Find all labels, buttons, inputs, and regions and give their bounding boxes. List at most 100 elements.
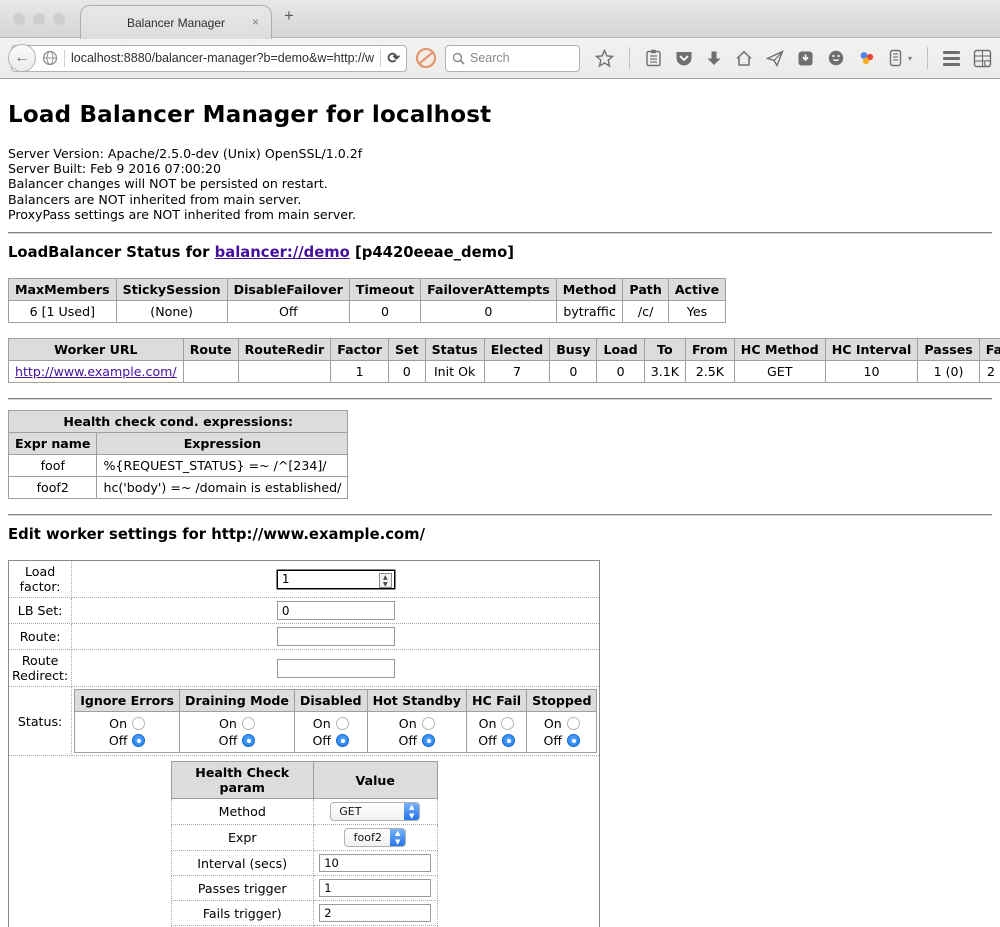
number-spinner-icon[interactable]: ▲▼ (379, 573, 392, 588)
tab-close-icon[interactable]: × (252, 15, 259, 29)
send-plane-icon[interactable] (766, 50, 784, 67)
table-row: foof2 hc('body') =~ /domain is establish… (9, 477, 348, 499)
back-button[interactable]: ← (8, 44, 36, 72)
draining-mode-on-radio[interactable] (242, 717, 255, 730)
hot-standby-on-radio[interactable] (422, 717, 435, 730)
hc-fail-on-radio[interactable] (501, 717, 514, 730)
disabled-on-radio[interactable] (336, 717, 349, 730)
new-tab-button[interactable]: + (284, 6, 294, 26)
hot-standby-off-radio[interactable] (422, 734, 435, 747)
on-label: On (479, 715, 497, 732)
cell-to: 3.1K (644, 361, 685, 383)
toolbar-divider (927, 47, 928, 69)
form-row-route: Route: (9, 624, 600, 650)
grid-panel-icon[interactable] (973, 49, 992, 68)
window-controls (13, 13, 65, 25)
adblock-icon[interactable] (416, 48, 436, 68)
url-text[interactable]: localhost:8880/balancer-manager?b=demo&w… (71, 51, 374, 65)
pocket-icon[interactable] (675, 50, 693, 67)
chevron-down-icon[interactable]: ▾ (908, 54, 912, 63)
interval-input[interactable] (319, 854, 431, 872)
menu-icon[interactable] (943, 51, 960, 66)
reload-icon[interactable]: ⟳ (387, 49, 400, 67)
on-label: On (544, 715, 562, 732)
cell-factor: 1 (331, 361, 389, 383)
url-divider (64, 50, 65, 67)
window-minimize-button[interactable] (33, 13, 45, 25)
stopped-on-radio[interactable] (567, 717, 580, 730)
proxypass-inherit-line: ProxyPass settings are NOT inherited fro… (8, 207, 992, 222)
fails-trigger-input[interactable] (319, 904, 431, 922)
method-select[interactable]: GET ▲▼ (330, 802, 420, 821)
cell-path: /c/ (623, 301, 668, 323)
hc-fail-off-radio[interactable] (502, 734, 515, 747)
url-divider (380, 50, 381, 67)
table-row: Interval (secs) (171, 851, 437, 876)
bookmark-star-icon[interactable] (595, 49, 614, 68)
expr-expression: hc('body') =~ /domain is established/ (97, 477, 348, 499)
cell-disablefailover: Off (227, 301, 349, 323)
column-header: Passes (918, 339, 979, 361)
ignore-errors-off-radio[interactable] (132, 734, 145, 747)
heading-suffix: [p4420eeae_demo] (350, 244, 514, 261)
table-row: http://www.example.com/ 1 0 Init Ok 7 0 … (9, 361, 1000, 383)
toolbar-icons: ▾ (595, 47, 992, 69)
server-built-line: Server Built: Feb 9 2016 07:00:20 (8, 161, 992, 176)
url-bar[interactable]: localhost:8880/balancer-manager?b=demo&w… (11, 45, 407, 72)
tab-balancer-manager[interactable]: Balancer Manager × (80, 5, 272, 39)
window-zoom-button[interactable] (53, 13, 65, 25)
ignore-errors-on-radio[interactable] (132, 717, 145, 730)
panel-extension-icon[interactable] (889, 49, 902, 67)
column-header: Status (425, 339, 484, 361)
expr-select[interactable]: foof2 ▲▼ (344, 828, 406, 847)
status-label: Status: (9, 687, 72, 756)
form-row-health-check: Health Check param Value Method GET ▲▼ (9, 756, 600, 927)
balancer-demo-link[interactable]: balancer://demo (215, 244, 350, 261)
off-label: Off (312, 732, 331, 749)
search-input[interactable] (470, 51, 560, 65)
on-label: On (109, 715, 127, 732)
off-label: Off (398, 732, 417, 749)
colored-dots-extension-icon[interactable] (858, 49, 876, 67)
table-row: On Off On Off On Off (75, 712, 597, 753)
load-factor-input[interactable] (277, 570, 395, 589)
stopped-off-radio[interactable] (567, 734, 580, 747)
passes-trigger-label: Passes trigger (171, 876, 313, 901)
worker-url-link[interactable]: http://www.example.com/ (15, 364, 177, 379)
column-header: Busy (550, 339, 597, 361)
reading-list-icon[interactable] (645, 49, 662, 67)
window-close-button[interactable] (13, 13, 25, 25)
disabled-off-radio[interactable] (336, 734, 349, 747)
column-header: Method (556, 279, 623, 301)
balancers-inherit-line: Balancers are NOT inherited from main se… (8, 192, 992, 207)
lb-set-input[interactable] (277, 601, 395, 620)
feedback-smiley-icon[interactable] (827, 49, 845, 67)
browser-chrome: Balancer Manager × + ← localhost:8880/ba… (0, 0, 1000, 80)
route-redirect-input[interactable] (277, 659, 395, 678)
table-row: 6 [1 Used] (None) Off 0 0 bytraffic /c/ … (9, 301, 726, 323)
downloads-icon[interactable] (706, 50, 722, 67)
home-icon[interactable] (735, 50, 753, 67)
edit-worker-heading: Edit worker settings for http://www.exam… (8, 526, 992, 543)
route-redirect-label: Route Redirect: (9, 650, 72, 687)
column-header: Active (668, 279, 725, 301)
column-header: Timeout (349, 279, 420, 301)
cell-timeout: 0 (349, 301, 420, 323)
expr-table-title: Health check cond. expressions: (9, 411, 348, 433)
search-bar[interactable] (445, 45, 580, 72)
column-header: To (644, 339, 685, 361)
expr-selected-value: foof2 (345, 831, 390, 844)
divider (8, 514, 992, 516)
route-input[interactable] (277, 627, 395, 646)
loadbalancer-status-heading: LoadBalancer Status for balancer://demo … (8, 244, 992, 261)
save-to-device-icon[interactable] (797, 50, 814, 67)
method-selected-value: GET (331, 805, 404, 818)
passes-trigger-input[interactable] (319, 879, 431, 897)
form-row-status: Status: Ignore Errors Draining Mode Disa… (9, 687, 600, 756)
divider (8, 398, 992, 400)
draining-mode-off-radio[interactable] (242, 734, 255, 747)
cell-maxmembers: 6 [1 Used] (9, 301, 117, 323)
column-header: Stopped (527, 690, 597, 712)
cell-hc-interval: 10 (825, 361, 918, 383)
column-header: HC Method (734, 339, 825, 361)
